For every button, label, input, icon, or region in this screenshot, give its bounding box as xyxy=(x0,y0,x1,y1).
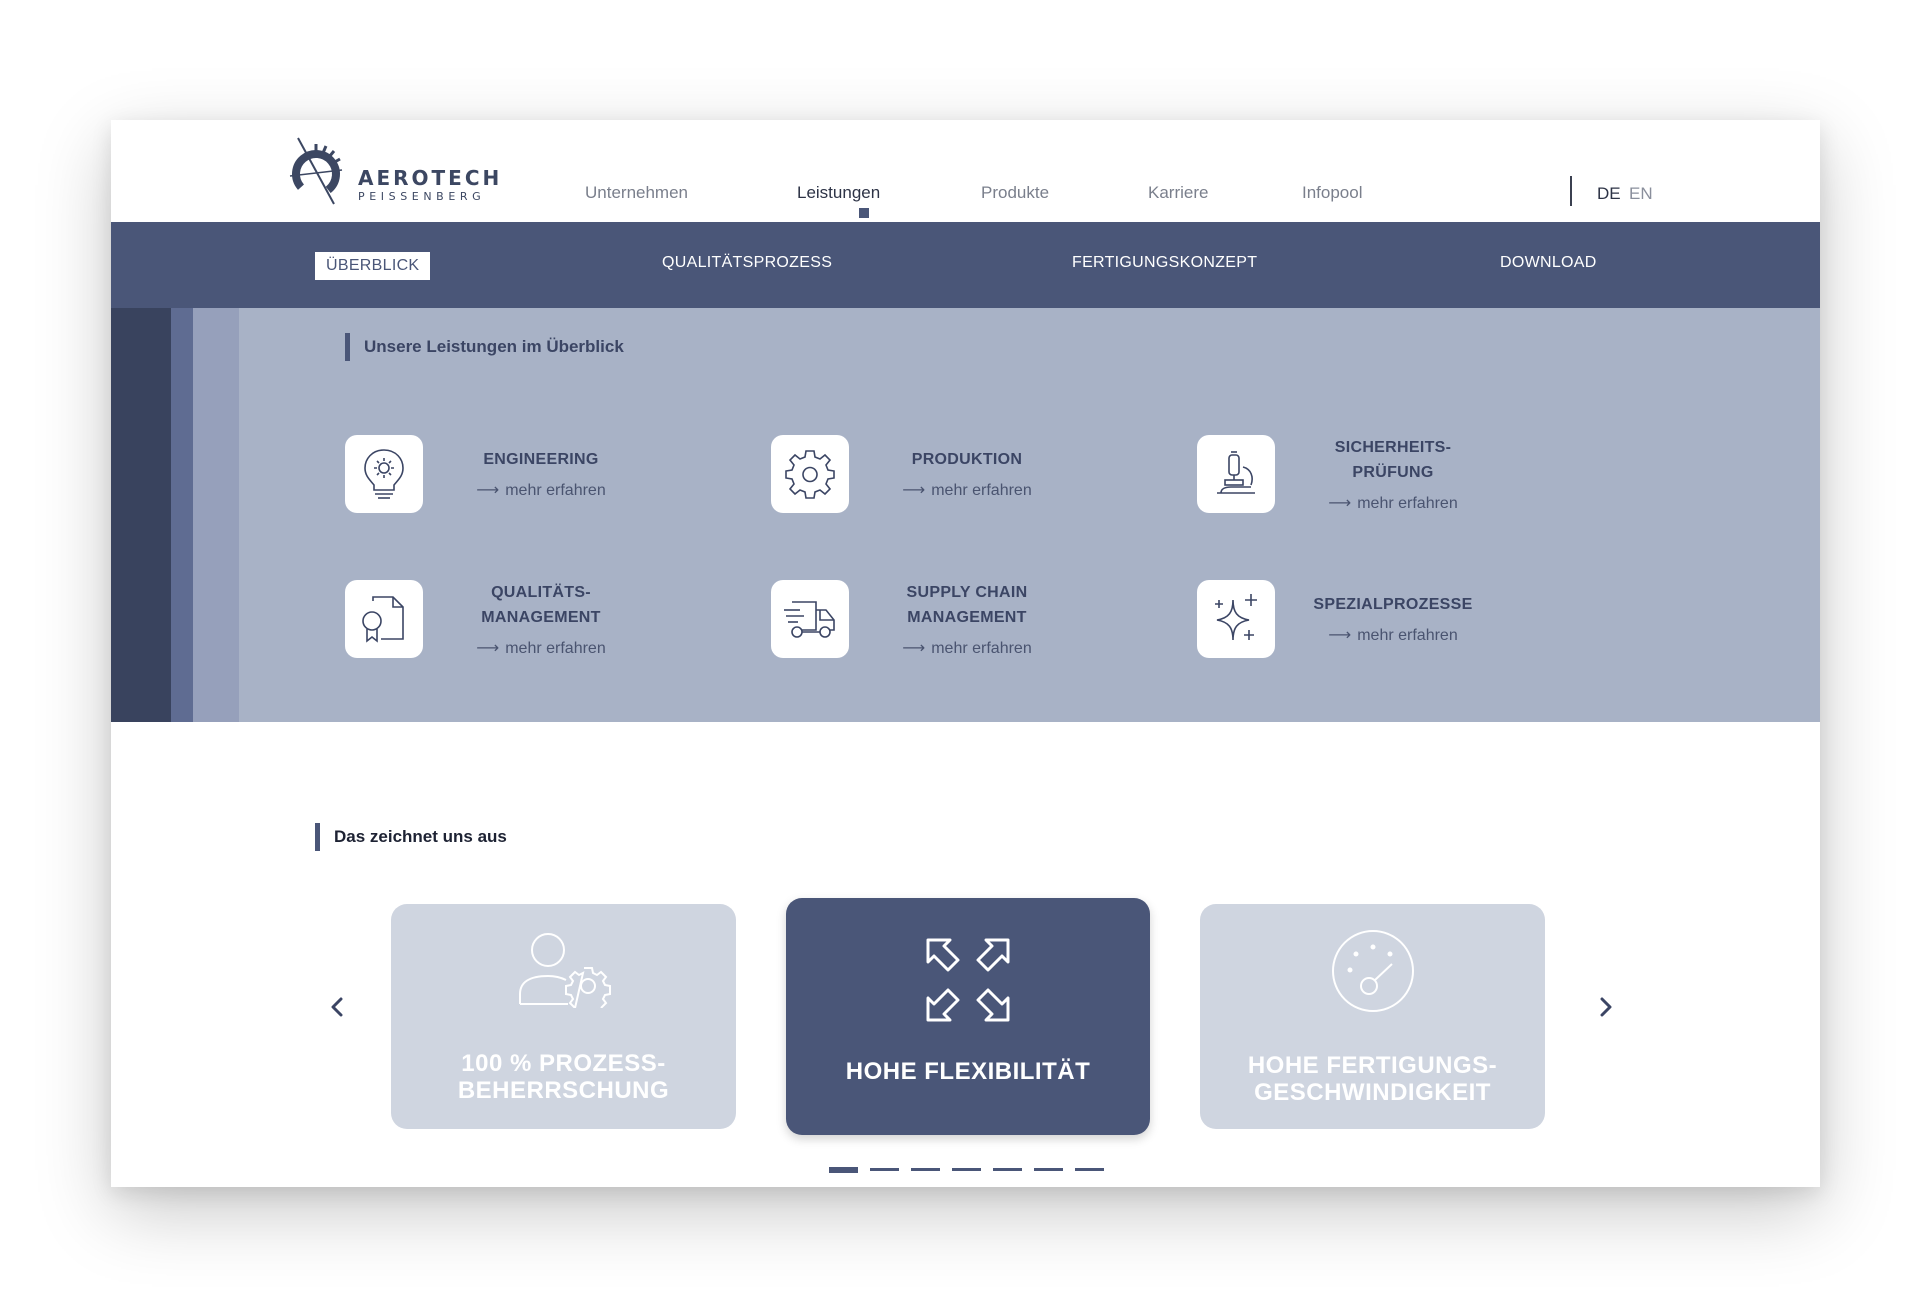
pagination-dot[interactable] xyxy=(911,1168,940,1171)
feature-card-flexibilitaet[interactable]: HOHE FLEXIBILITÄT xyxy=(786,898,1150,1135)
logo-mark-icon xyxy=(289,137,343,205)
service-icon-tile xyxy=(771,435,849,513)
pagination-dot[interactable] xyxy=(1034,1168,1063,1171)
decor-strip xyxy=(171,308,193,722)
service-title: SPEZIALPROZESSE xyxy=(1313,596,1473,613)
service-more-link[interactable]: ⟶ mehr erfahren xyxy=(441,638,641,658)
arrow-right-icon: ⟶ xyxy=(1328,627,1352,644)
nav-item-produkte[interactable]: Produkte xyxy=(981,183,1049,203)
service-more-link[interactable]: ⟶ mehr erfahren xyxy=(1293,625,1493,645)
features-title: Das zeichnet uns aus xyxy=(315,823,507,851)
nav-item-karriere[interactable]: Karriere xyxy=(1148,183,1208,203)
subnav-item-fertigungskonzept[interactable]: FERTIGUNGSKONZEPT xyxy=(1072,254,1257,272)
arrow-right-icon: ⟶ xyxy=(1328,495,1352,512)
active-nav-indicator xyxy=(859,208,869,218)
carousel-next-icon[interactable] xyxy=(1590,992,1620,1022)
top-navigation: AEROTECH PEISSENBERG Unternehmen Leistun… xyxy=(111,120,1820,222)
service-engineering[interactable]: ENGINEERING ⟶ mehr erfahren xyxy=(345,435,705,535)
subnav-item-qualitaetsprozess[interactable]: QUALITÄTSPROZESS xyxy=(662,254,832,272)
sub-navigation: ÜBERBLICK QUALITÄTSPROZESS FERTIGUNGSKON… xyxy=(111,222,1820,308)
service-title: QUALITÄTS- MANAGEMENT xyxy=(481,584,601,626)
more-label: mehr erfahren xyxy=(1357,495,1458,512)
feature-card-prozessbeherrschung[interactable]: 100 % PROZESS- BEHERRSCHUNG xyxy=(391,904,736,1129)
decor-strip xyxy=(111,308,171,722)
service-title: SUPPLY CHAIN MANAGEMENT xyxy=(906,584,1028,626)
service-icon-tile xyxy=(345,435,423,513)
feature-card-label: HOHE FLEXIBILITÄT xyxy=(845,1058,1091,1085)
arrow-right-icon: ⟶ xyxy=(476,640,500,657)
page-frame: AEROTECH PEISSENBERG Unternehmen Leistun… xyxy=(111,120,1820,1187)
delivery-truck-icon xyxy=(784,601,835,638)
service-icon-tile xyxy=(1197,435,1275,513)
more-label: mehr erfahren xyxy=(505,640,606,657)
feature-card-label: 100 % PROZESS- BEHERRSCHUNG xyxy=(457,1050,670,1104)
service-icon-tile xyxy=(345,580,423,658)
logo-name: AEROTECH xyxy=(358,166,503,190)
pagination-dot[interactable] xyxy=(829,1167,858,1173)
service-qualitaetsmanagement[interactable]: QUALITÄTS- MANAGEMENT ⟶ mehr erfahren xyxy=(345,580,705,680)
user-gear-icon xyxy=(518,933,611,1008)
speedometer-icon xyxy=(1331,930,1414,1012)
carousel-pagination xyxy=(829,1167,1104,1173)
nav-item-infopool[interactable]: Infopool xyxy=(1302,183,1363,203)
service-supply-chain[interactable]: SUPPLY CHAIN MANAGEMENT ⟶ mehr erfahren xyxy=(771,580,1131,680)
microscope-icon xyxy=(1217,451,1255,494)
language-de[interactable]: DE xyxy=(1597,184,1621,204)
subnav-item-ueberblick[interactable]: ÜBERBLICK xyxy=(315,252,431,280)
sparkle-icon xyxy=(1215,594,1257,641)
service-more-link[interactable]: ⟶ mehr erfahren xyxy=(441,480,641,500)
service-more-link[interactable]: ⟶ mehr erfahren xyxy=(867,638,1067,658)
service-produktion[interactable]: PRODUKTION ⟶ mehr erfahren xyxy=(771,435,1131,535)
feature-card-label: HOHE FERTIGUNGS- GESCHWINDIGKEIT xyxy=(1247,1052,1498,1106)
subnav-item-download[interactable]: DOWNLOAD xyxy=(1500,254,1597,272)
nav-item-leistungen[interactable]: Leistungen xyxy=(797,183,880,203)
service-icon-tile xyxy=(1197,580,1275,658)
feature-card-fertigungsgeschwindigkeit[interactable]: HOHE FERTIGUNGS- GESCHWINDIGKEIT xyxy=(1200,904,1545,1129)
overview-title: Unsere Leistungen im Überblick xyxy=(345,333,624,361)
service-spezialprozesse[interactable]: SPEZIALPROZESSE ⟶ mehr erfahren xyxy=(1197,580,1557,680)
arrow-right-icon: ⟶ xyxy=(902,640,926,657)
service-title: SICHERHEITS- PRÜFUNG xyxy=(1334,439,1452,481)
arrow-right-icon: ⟶ xyxy=(476,482,500,499)
arrow-right-icon: ⟶ xyxy=(902,482,926,499)
service-more-link[interactable]: ⟶ mehr erfahren xyxy=(1293,493,1493,513)
more-label: mehr erfahren xyxy=(931,482,1032,499)
service-title: PRODUKTION xyxy=(911,451,1023,468)
more-label: mehr erfahren xyxy=(505,482,606,499)
pagination-dot[interactable] xyxy=(1075,1168,1104,1171)
service-more-link[interactable]: ⟶ mehr erfahren xyxy=(867,480,1067,500)
logo[interactable]: AEROTECH PEISSENBERG xyxy=(276,132,506,208)
service-sicherheitspruefung[interactable]: SICHERHEITS- PRÜFUNG ⟶ mehr erfahren xyxy=(1197,435,1557,535)
decor-strip xyxy=(193,308,239,722)
expand-arrows-icon xyxy=(926,938,1010,1022)
nav-item-unternehmen[interactable]: Unternehmen xyxy=(585,183,688,203)
pagination-dot[interactable] xyxy=(993,1168,1022,1171)
pagination-dot[interactable] xyxy=(870,1168,899,1171)
more-label: mehr erfahren xyxy=(931,640,1032,657)
service-title: ENGINEERING xyxy=(483,451,599,468)
service-icon-tile xyxy=(771,580,849,658)
carousel-prev-icon[interactable] xyxy=(323,992,353,1022)
language-divider xyxy=(1570,176,1572,206)
language-en[interactable]: EN xyxy=(1629,184,1653,204)
more-label: mehr erfahren xyxy=(1357,627,1458,644)
logo-subname: PEISSENBERG xyxy=(358,190,486,203)
certificate-document-icon xyxy=(362,596,404,643)
services-overview: Unsere Leistungen im Überblick ENGINEERI… xyxy=(111,308,1820,722)
gear-icon xyxy=(785,450,835,499)
lightbulb-gear-icon xyxy=(364,449,404,499)
pagination-dot[interactable] xyxy=(952,1168,981,1171)
